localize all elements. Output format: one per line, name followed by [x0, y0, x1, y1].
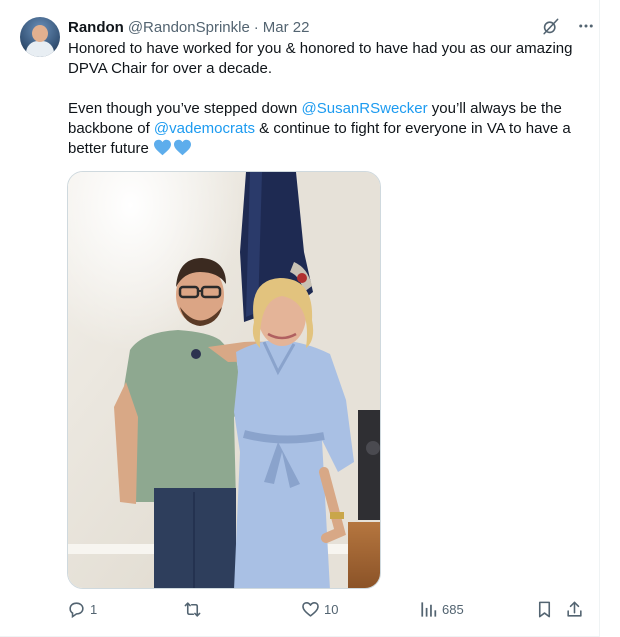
tweet-card[interactable]: Randon @RandonSprinkle · Mar 22 Honored … [0, 0, 600, 637]
bookmark-button[interactable] [535, 600, 554, 619]
repost-icon [184, 602, 201, 617]
author-name[interactable]: Randon [68, 19, 124, 36]
share-icon [567, 601, 582, 617]
like-icon [302, 601, 319, 617]
like-count: 10 [324, 602, 339, 617]
tweet-paragraph-2: Even though you’ve stepped down @SusanRS… [68, 99, 593, 159]
mention-susanrswecker-link[interactable]: @SusanRSwecker [302, 100, 428, 117]
tweet-header: Randon @RandonSprinkle · Mar 22 [68, 17, 309, 37]
photo-two-people-with-flag [68, 172, 380, 588]
share-button[interactable] [565, 600, 584, 619]
tweet-top-actions [540, 16, 596, 36]
views-icon [421, 602, 437, 617]
avatar-shirt [26, 41, 54, 57]
tweet-photo[interactable] [67, 171, 381, 589]
bookmark-icon [538, 601, 551, 618]
separator-dot: · [253, 18, 259, 36]
grok-slash-icon[interactable] [540, 16, 560, 36]
tweet-actions-bar: 1 10 685 [67, 600, 587, 624]
reply-count: 1 [90, 602, 98, 617]
avatar[interactable] [20, 17, 60, 57]
tweet-text: Honored to have worked for you & honored… [68, 39, 593, 159]
like-button[interactable]: 10 [301, 600, 338, 619]
views-count: 685 [442, 602, 464, 617]
tweet-paragraph-1: Honored to have worked for you & honored… [68, 40, 573, 77]
reply-icon [69, 602, 84, 619]
author-handle[interactable]: @RandonSprinkle [128, 19, 250, 36]
more-icon[interactable] [576, 16, 596, 36]
repost-button[interactable] [183, 600, 206, 619]
blue-heart-emoji-icon [154, 139, 172, 156]
avatar-face [32, 25, 48, 42]
mention-vademocrats-link[interactable]: @vademocrats [154, 120, 255, 137]
blue-heart-emoji-icon [174, 139, 192, 156]
views-button[interactable]: 685 [419, 600, 464, 619]
reply-button[interactable]: 1 [67, 600, 97, 619]
tweet-text-segment: Even though you’ve stepped down [68, 100, 302, 117]
tweet-date[interactable]: Mar 22 [263, 19, 310, 36]
